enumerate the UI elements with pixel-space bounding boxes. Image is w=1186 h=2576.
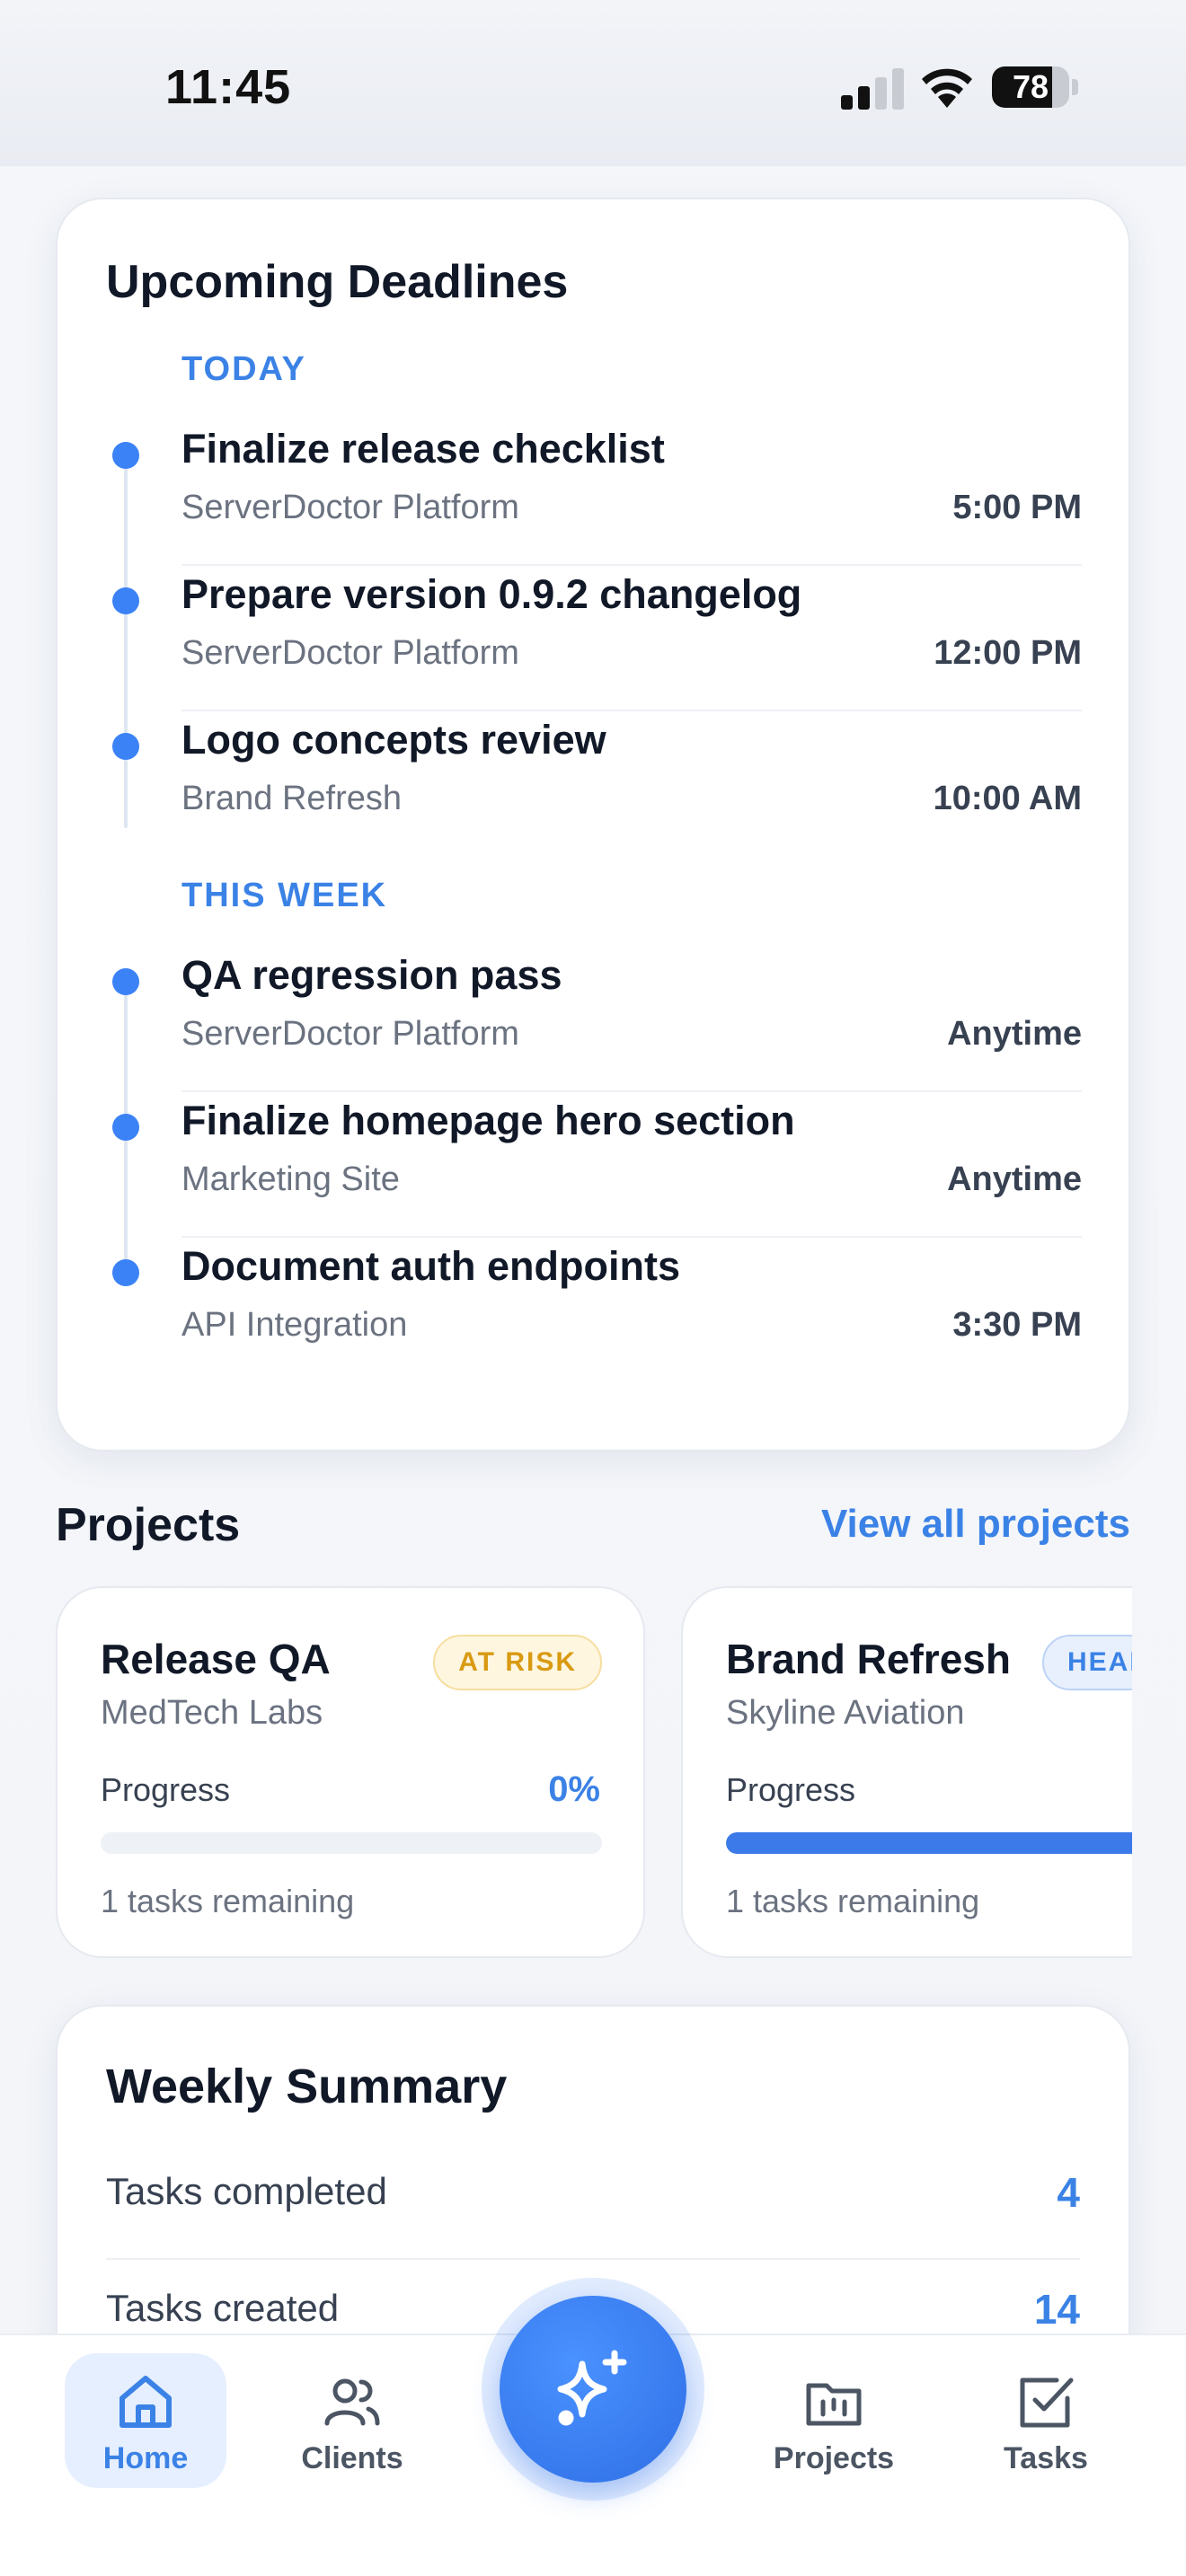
deadline-item[interactable]: Finalize homepage hero section Marketing… (58, 1090, 1132, 1238)
deadline-project: API Integration (181, 1306, 408, 1344)
projects-heading: Projects (56, 1499, 241, 1551)
summary-value: 4 (1057, 2169, 1080, 2216)
home-icon (119, 2376, 172, 2428)
view-all-projects-link[interactable]: View all projects (821, 1502, 1130, 1547)
deadline-time: 5:00 PM (952, 489, 1082, 526)
wifi-icon (922, 68, 972, 108)
project-name: Brand Refresh (726, 1636, 1011, 1682)
section-label-today: TODAY (181, 350, 306, 388)
timeline-dot (112, 1114, 139, 1141)
progress-label: Progress (101, 1771, 231, 1808)
timeline-dot (112, 587, 139, 614)
tab-label: Tasks (1004, 2441, 1088, 2475)
deadline-time: Anytime (947, 1015, 1082, 1053)
summary-value: 14 (1033, 2286, 1080, 2333)
home-screen: 11:45 78 Upcoming Deadlines TODAY Finali… (0, 0, 1186, 2576)
tasks-remaining: 1 tasks remaining (101, 1883, 355, 1919)
cellular-signal-icon (841, 66, 904, 110)
deadline-title: Document auth endpoints (181, 1243, 680, 1289)
tab-label: Projects (773, 2441, 895, 2475)
deadline-item[interactable]: Finalize release checklist ServerDoctor … (58, 419, 1132, 566)
deadline-item[interactable]: Prepare version 0.9.2 changelog ServerDo… (58, 564, 1132, 711)
tab-clients[interactable]: Clients (280, 2353, 424, 2488)
checkbox-icon (1020, 2378, 1074, 2428)
deadline-time: 10:00 AM (933, 780, 1082, 817)
progress-bar (726, 1832, 1132, 1854)
deadline-title: Finalize homepage hero section (181, 1098, 795, 1143)
upcoming-deadlines-card: Upcoming Deadlines TODAY Finalize releas… (56, 198, 1130, 1451)
deadline-title: QA regression pass (181, 952, 562, 998)
timeline-dot (112, 733, 139, 760)
project-card[interactable]: Brand Refresh HEALTHY Skyline Aviation P… (681, 1586, 1132, 1958)
deadline-title: Logo concepts review (181, 717, 606, 763)
folder-icon (806, 2383, 862, 2426)
tab-projects[interactable]: Projects (762, 2353, 906, 2488)
deadline-time: Anytime (947, 1160, 1082, 1198)
tab-home[interactable]: Home (65, 2353, 226, 2488)
progress-value: 0% (548, 1769, 600, 1809)
summary-label: Tasks completed (106, 2170, 387, 2212)
project-name: Release QA (101, 1636, 331, 1682)
deadline-project: ServerDoctor Platform (181, 1015, 519, 1053)
deadline-time: 12:00 PM (934, 634, 1082, 672)
tab-label: Clients (301, 2441, 403, 2475)
sparkles-icon (557, 2350, 627, 2426)
timeline-dot (112, 1259, 139, 1286)
project-card[interactable]: Release QA AT RISK MedTech Labs Progress… (56, 1586, 645, 1958)
summary-label: Tasks created (106, 2287, 340, 2329)
project-client: MedTech Labs (101, 1694, 323, 1732)
status-time: 11:45 (165, 60, 292, 114)
deadline-project: ServerDoctor Platform (181, 489, 519, 526)
deadlines-title: Upcoming Deadlines (106, 256, 569, 308)
deadline-title: Prepare version 0.9.2 changelog (181, 571, 802, 617)
tab-label: Home (102, 2441, 189, 2475)
timeline-dot (112, 968, 139, 995)
progress-fill (726, 1832, 1132, 1854)
deadline-item[interactable]: Logo concepts review Brand Refresh 10:00… (58, 710, 1132, 855)
deadline-title: Finalize release checklist (181, 426, 665, 472)
deadline-project: ServerDoctor Platform (181, 634, 519, 672)
deadline-project: Marketing Site (181, 1160, 400, 1198)
battery-percent: 78 (1012, 68, 1049, 105)
project-client: Skyline Aviation (726, 1694, 965, 1732)
deadline-project: Brand Refresh (181, 780, 403, 817)
progress-label: Progress (726, 1771, 856, 1808)
deadline-item[interactable]: Document auth endpoints API Integration … (58, 1236, 1132, 1381)
progress-bar (101, 1832, 602, 1854)
timeline-dot (112, 442, 139, 469)
users-icon (324, 2378, 380, 2426)
status-bar: 11:45 78 (0, 0, 1186, 166)
ai-assistant-button[interactable] (500, 2296, 686, 2483)
battery-icon: 78 (992, 66, 1078, 108)
tasks-remaining: 1 tasks remaining (726, 1883, 980, 1919)
deadline-time: 3:30 PM (952, 1306, 1082, 1344)
status-badge: HEALTHY (1042, 1635, 1132, 1690)
projects-carousel[interactable]: Release QA AT RISK MedTech Labs Progress… (56, 1584, 1132, 1962)
tab-tasks[interactable]: Tasks (974, 2353, 1118, 2488)
weekly-summary-title: Weekly Summary (106, 2060, 508, 2113)
deadline-item[interactable]: QA regression pass ServerDoctor Platform… (58, 945, 1132, 1092)
section-label-this-week: THIS WEEK (181, 877, 388, 914)
summary-row: Tasks completed 4 (106, 2143, 1080, 2260)
status-badge: AT RISK (433, 1635, 602, 1690)
